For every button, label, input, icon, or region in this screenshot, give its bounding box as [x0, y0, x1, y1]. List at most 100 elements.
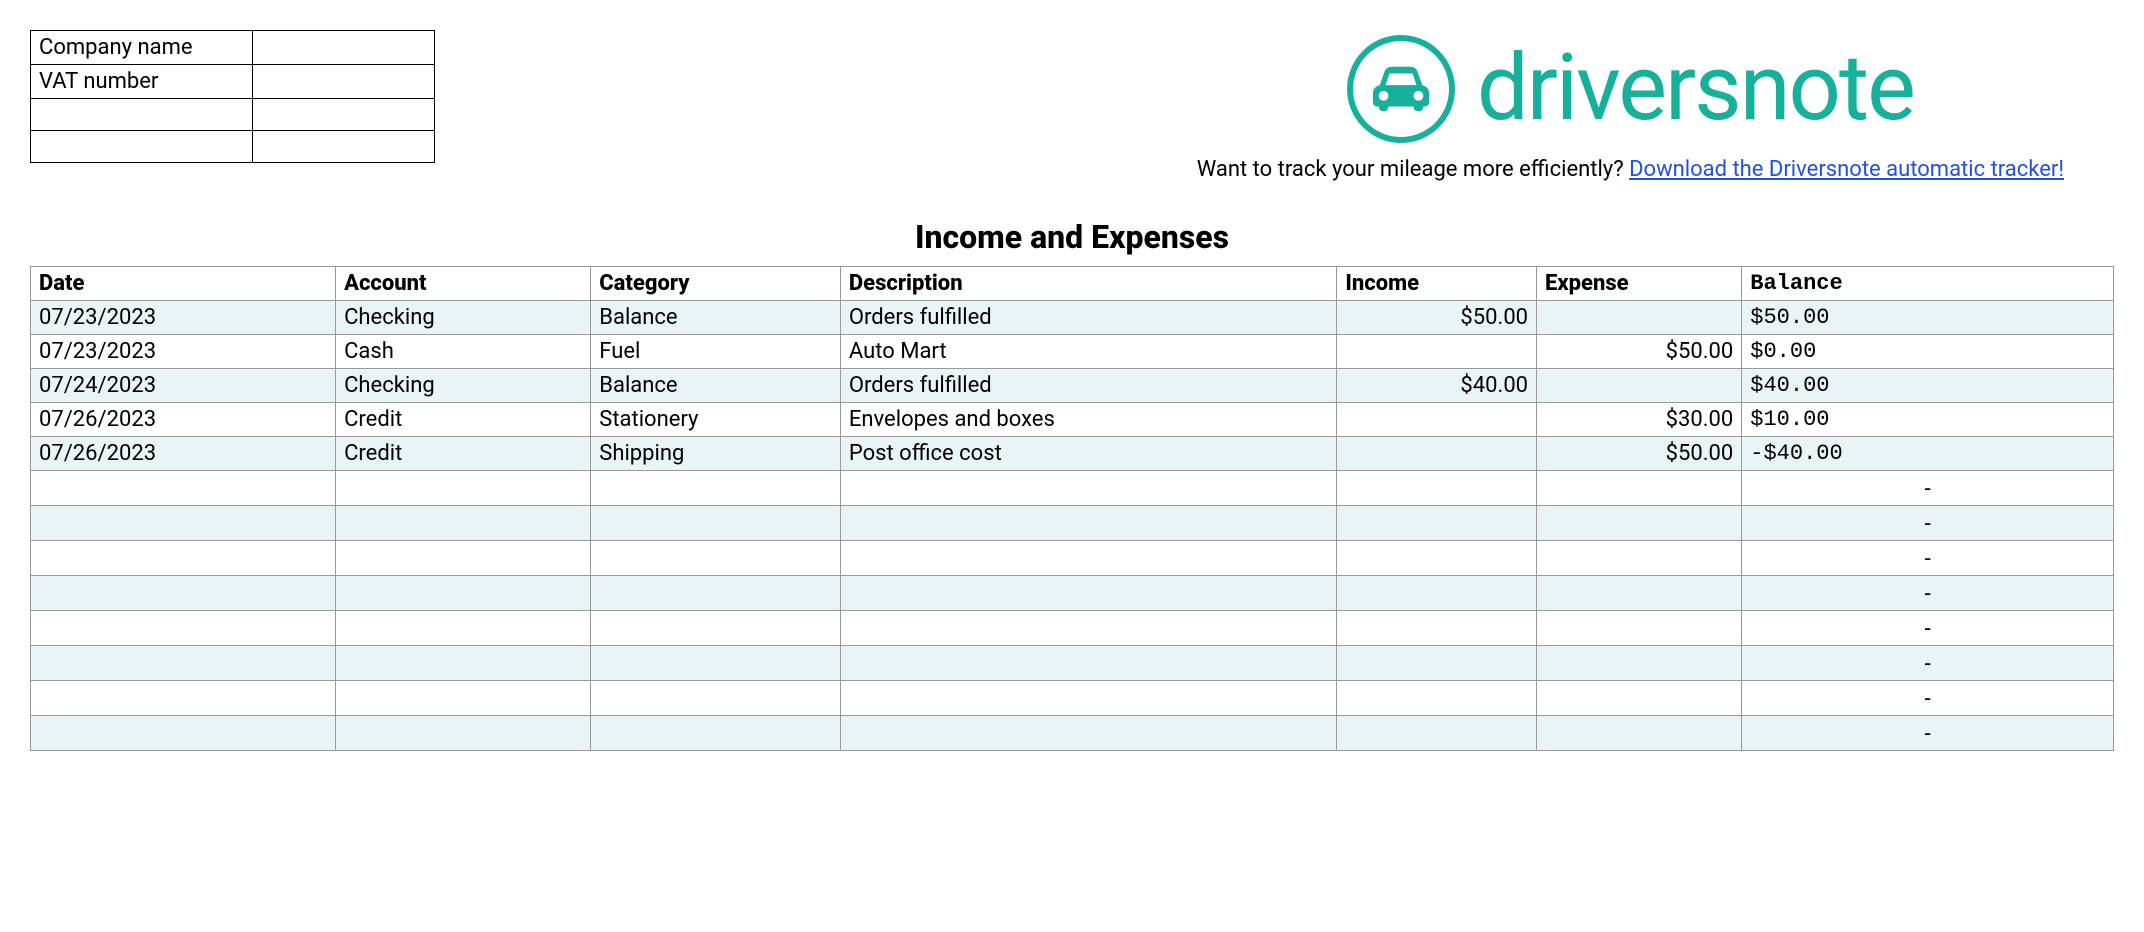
cell-description[interactable] [840, 576, 1336, 611]
cell-date[interactable]: 07/23/2023 [31, 301, 336, 335]
cell-account[interactable] [336, 506, 591, 541]
cell-category[interactable] [591, 471, 841, 506]
cell-date[interactable] [31, 681, 336, 716]
cell-balance[interactable]: - [1742, 541, 2114, 576]
cell-category[interactable]: Balance [591, 301, 841, 335]
cell-description[interactable]: Orders fulfilled [840, 301, 1336, 335]
header-description: Description [840, 267, 1336, 301]
cell-income[interactable] [1337, 611, 1537, 646]
cell-expense[interactable] [1537, 541, 1742, 576]
cell-date[interactable]: 07/26/2023 [31, 437, 336, 471]
section-title: Income and Expenses [30, 218, 2114, 256]
cell-balance[interactable]: $10.00 [1742, 403, 2114, 437]
cell-date[interactable] [31, 611, 336, 646]
cell-account[interactable]: Cash [336, 335, 591, 369]
cell-category[interactable] [591, 576, 841, 611]
cell-account[interactable] [336, 646, 591, 681]
cell-description[interactable] [840, 646, 1336, 681]
cell-account[interactable]: Credit [336, 403, 591, 437]
cell-balance[interactable]: $50.00 [1742, 301, 2114, 335]
company-row-value[interactable] [253, 31, 435, 65]
cell-expense[interactable] [1537, 611, 1742, 646]
cell-account[interactable] [336, 541, 591, 576]
cta-link[interactable]: Download the Driversnote automatic track… [1629, 157, 2064, 182]
cell-category[interactable]: Shipping [591, 437, 841, 471]
cell-balance[interactable]: - [1742, 611, 2114, 646]
cell-account[interactable] [336, 576, 591, 611]
cell-category[interactable] [591, 611, 841, 646]
cell-category[interactable] [591, 541, 841, 576]
cell-description[interactable]: Orders fulfilled [840, 369, 1336, 403]
cell-account[interactable] [336, 681, 591, 716]
cell-date[interactable] [31, 471, 336, 506]
cell-balance[interactable]: - [1742, 681, 2114, 716]
cell-income[interactable] [1337, 437, 1537, 471]
cell-expense[interactable] [1537, 506, 1742, 541]
cell-expense[interactable]: $50.00 [1537, 437, 1742, 471]
cell-income[interactable] [1337, 716, 1537, 751]
cell-income[interactable]: $40.00 [1337, 369, 1537, 403]
company-row-value[interactable] [253, 131, 435, 163]
table-row: 07/23/2023CheckingBalanceOrders fulfille… [31, 301, 2114, 335]
cell-category[interactable] [591, 681, 841, 716]
cell-date[interactable] [31, 541, 336, 576]
cell-income[interactable] [1337, 471, 1537, 506]
cell-category[interactable] [591, 506, 841, 541]
cell-income[interactable] [1337, 576, 1537, 611]
cell-account[interactable] [336, 611, 591, 646]
cell-balance[interactable]: - [1742, 576, 2114, 611]
cell-category[interactable]: Fuel [591, 335, 841, 369]
cell-description[interactable]: Post office cost [840, 437, 1336, 471]
cell-expense[interactable] [1537, 681, 1742, 716]
cell-balance[interactable]: - [1742, 646, 2114, 681]
company-row-value[interactable] [253, 99, 435, 131]
cell-description[interactable]: Envelopes and boxes [840, 403, 1336, 437]
cell-date[interactable] [31, 646, 336, 681]
cell-account[interactable]: Checking [336, 301, 591, 335]
cell-account[interactable] [336, 716, 591, 751]
cell-expense[interactable] [1537, 646, 1742, 681]
cell-date[interactable] [31, 716, 336, 751]
cell-category[interactable]: Balance [591, 369, 841, 403]
cell-income[interactable] [1337, 681, 1537, 716]
cell-date[interactable] [31, 576, 336, 611]
table-row: - [31, 541, 2114, 576]
cell-expense[interactable] [1537, 301, 1742, 335]
cell-income[interactable]: $50.00 [1337, 301, 1537, 335]
cell-balance[interactable]: $40.00 [1742, 369, 2114, 403]
cell-income[interactable] [1337, 646, 1537, 681]
cell-balance[interactable]: - [1742, 506, 2114, 541]
cell-account[interactable]: Credit [336, 437, 591, 471]
cell-balance[interactable]: $0.00 [1742, 335, 2114, 369]
cell-expense[interactable] [1537, 576, 1742, 611]
cell-date[interactable]: 07/23/2023 [31, 335, 336, 369]
cell-income[interactable] [1337, 335, 1537, 369]
cell-category[interactable] [591, 716, 841, 751]
cell-description[interactable] [840, 471, 1336, 506]
cell-description[interactable] [840, 541, 1336, 576]
cell-description[interactable]: Auto Mart [840, 335, 1336, 369]
cell-category[interactable]: Stationery [591, 403, 841, 437]
cell-balance[interactable]: - [1742, 471, 2114, 506]
cell-description[interactable] [840, 716, 1336, 751]
cell-expense[interactable]: $30.00 [1537, 403, 1742, 437]
cell-expense[interactable] [1537, 716, 1742, 751]
cell-balance[interactable]: - [1742, 716, 2114, 751]
cell-expense[interactable] [1537, 471, 1742, 506]
cell-description[interactable] [840, 611, 1336, 646]
cell-description[interactable] [840, 681, 1336, 716]
cell-category[interactable] [591, 646, 841, 681]
cell-description[interactable] [840, 506, 1336, 541]
cell-date[interactable]: 07/26/2023 [31, 403, 336, 437]
cell-account[interactable] [336, 471, 591, 506]
cell-income[interactable] [1337, 506, 1537, 541]
company-row-value[interactable] [253, 65, 435, 99]
cell-income[interactable] [1337, 403, 1537, 437]
cell-balance[interactable]: -$40.00 [1742, 437, 2114, 471]
cell-expense[interactable]: $50.00 [1537, 335, 1742, 369]
cell-income[interactable] [1337, 541, 1537, 576]
cell-date[interactable] [31, 506, 336, 541]
cell-account[interactable]: Checking [336, 369, 591, 403]
cell-date[interactable]: 07/24/2023 [31, 369, 336, 403]
cell-expense[interactable] [1537, 369, 1742, 403]
